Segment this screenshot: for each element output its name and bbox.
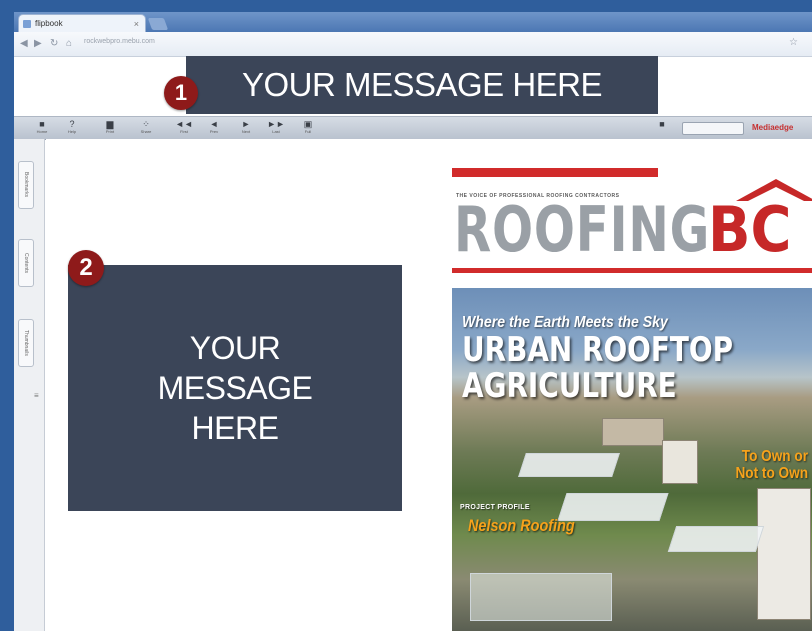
box2-line-2: MESSAGE [157, 370, 313, 406]
close-tab-icon[interactable]: × [134, 15, 139, 33]
address-bar: ◀ ▶ ↻ ⌂ rockwebpro.mebu.com ☆ [14, 32, 812, 57]
number-badge-2: 2 [68, 250, 104, 286]
box2-line-1: YOUR [189, 330, 281, 366]
number-badge-1: 1 [164, 76, 198, 110]
greenhouse [667, 526, 765, 552]
fullscreen-icon: ▣ [303, 119, 313, 129]
sidetab-contents[interactable]: Contents [18, 239, 34, 287]
magazine-cover[interactable]: THE VOICE OF PROFESSIONAL ROOFING CONTRA… [446, 164, 812, 631]
toolbar-label: Next [241, 129, 251, 134]
building [757, 488, 811, 620]
brand-logo: Mediaedge [752, 123, 794, 132]
building [602, 418, 664, 446]
toolbar-last-page-button[interactable]: ►► Last [262, 119, 290, 135]
sidetab-bookmarks[interactable]: Bookmarks [18, 161, 34, 209]
favicon-icon [23, 20, 31, 28]
last-page-icon: ►► [267, 119, 285, 129]
search-input[interactable] [682, 122, 744, 135]
toolbar-label: Full [304, 129, 312, 134]
star-icon[interactable]: ☆ [789, 37, 798, 48]
toolbar-print-button[interactable]: ▆ Print [96, 119, 124, 135]
cover-profile-label: PROJECT PROFILE [460, 504, 530, 511]
toolbar-prev-page-button[interactable]: ◄ Prev [200, 119, 228, 135]
cover-logo-bc: BC [708, 193, 792, 266]
prev-page-icon: ◄ [209, 119, 219, 129]
next-page-icon: ► [241, 119, 251, 129]
greenhouse [470, 573, 612, 621]
greenhouse [518, 453, 620, 477]
back-icon[interactable]: ◀ [20, 37, 28, 51]
toolbar-first-page-button[interactable]: ◄◄ First [170, 119, 198, 135]
window-frame: flipbook × ◀ ▶ ↻ ⌂ rockwebpro.mebu.com ☆… [0, 0, 812, 631]
rail-grip-icon[interactable]: ≡ [34, 391, 39, 400]
cover-top-bar [452, 168, 658, 177]
cover-rule [452, 268, 812, 273]
toolbar-label: Home [36, 129, 48, 134]
new-tab-button[interactable] [147, 18, 169, 30]
toolbar-next-page-button[interactable]: ► Next [232, 119, 260, 135]
toolbar-fullscreen-button[interactable]: ▣ Full [294, 119, 322, 135]
home-icon[interactable]: ⌂ [66, 37, 72, 51]
search-icon: ■ [659, 119, 665, 129]
cover-callout-line-2: Not to Own [735, 465, 808, 482]
cover-callout-line-1: To Own or [741, 448, 808, 465]
side-rail: Bookmarks Contents Thumbnails ≡ [14, 139, 45, 631]
toolbar-label: Help [67, 129, 77, 134]
toolbar-label: Last [272, 129, 280, 134]
cover-callout: To Own or Not to Own [698, 448, 808, 482]
building [662, 440, 698, 484]
toolbar-label: First [180, 129, 188, 134]
cover-profile-name: Nelson Roofing [468, 516, 575, 535]
reload-icon[interactable]: ↻ [50, 37, 58, 51]
cover-logo-roofing: ROOFING [454, 193, 711, 266]
print-icon: ▆ [106, 119, 114, 129]
url-field[interactable]: rockwebpro.mebu.com [84, 38, 155, 45]
box2-line-3: HERE [191, 410, 279, 446]
message-banner-1: YOUR MESSAGE HERE [186, 56, 658, 114]
toolbar-home-button[interactable]: ■ Home [28, 119, 56, 135]
cover-headline-1: URBAN ROOFTOP [462, 330, 734, 370]
toolbar-search-button[interactable]: ■ [648, 119, 676, 129]
browser-window: flipbook × ◀ ▶ ↻ ⌂ rockwebpro.mebu.com ☆… [14, 12, 812, 631]
toolbar-label: Prev [209, 129, 219, 134]
home-icon: ■ [39, 119, 45, 129]
share-icon: ⁘ [142, 119, 150, 129]
flipbook-toolbar: ■ Home ? Help ▆ Print ⁘ Share ◄◄ First ◄… [14, 116, 812, 140]
toolbar-share-button[interactable]: ⁘ Share [132, 119, 160, 135]
cover-headline-2: AGRICULTURE [462, 366, 677, 406]
tab-title: flipbook [35, 19, 63, 28]
first-page-icon: ◄◄ [175, 119, 193, 129]
tab-bar: flipbook × [14, 12, 812, 32]
toolbar-label: Print [105, 129, 115, 134]
browser-tab[interactable]: flipbook × [18, 14, 146, 32]
sidetab-thumbnails[interactable]: Thumbnails [18, 319, 34, 367]
forward-icon[interactable]: ▶ [34, 37, 42, 51]
toolbar-help-button[interactable]: ? Help [58, 119, 86, 135]
help-icon: ? [69, 119, 75, 129]
toolbar-label: Share [140, 129, 152, 134]
message-box-2: YOUR MESSAGE HERE [68, 265, 402, 511]
